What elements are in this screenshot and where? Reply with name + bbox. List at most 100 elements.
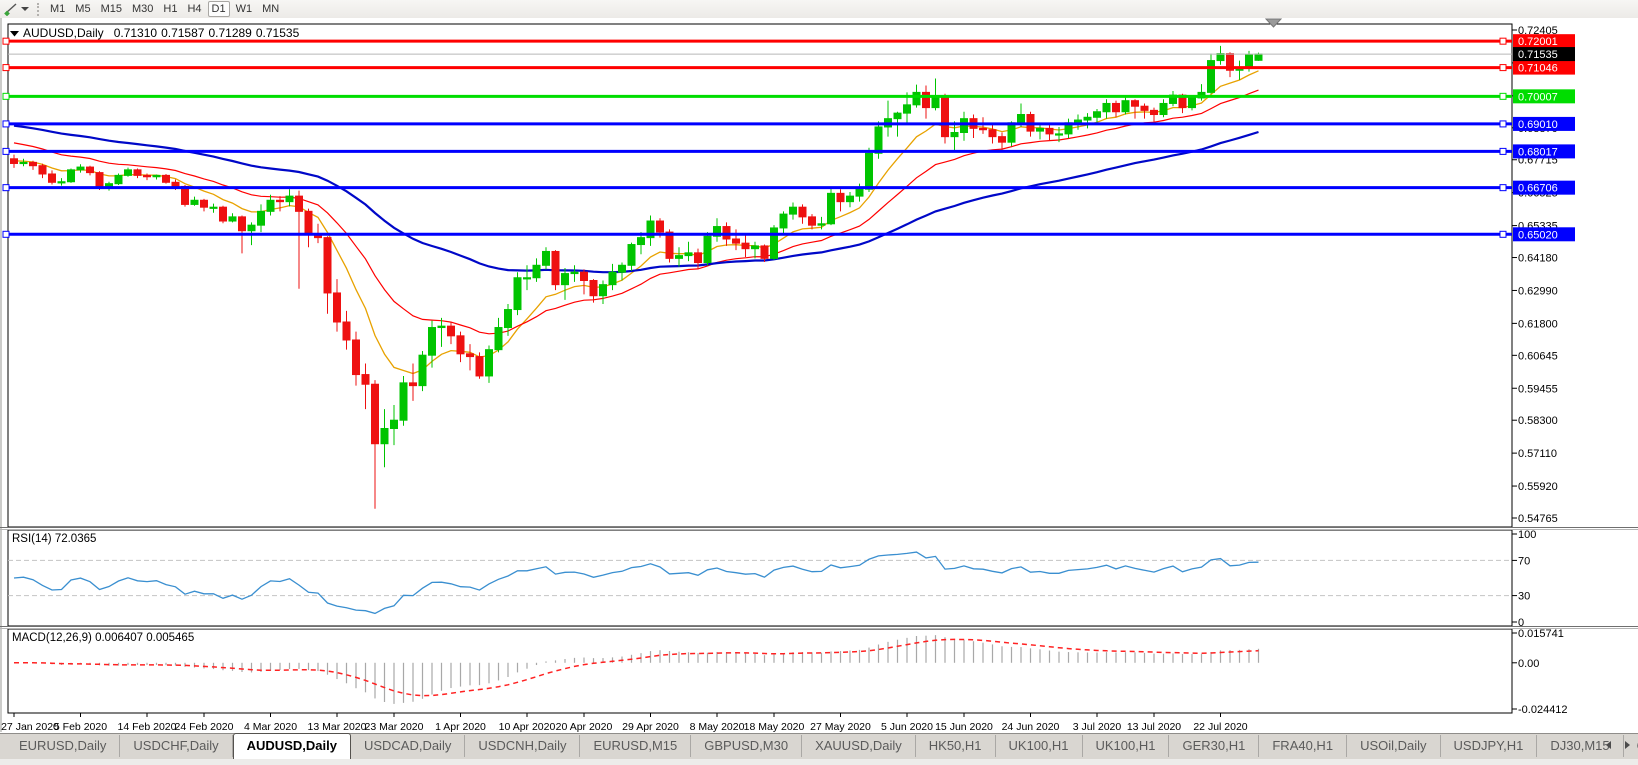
- candle: [1008, 123, 1015, 142]
- candle: [353, 340, 360, 375]
- hline-right-handle[interactable]: [1500, 93, 1506, 99]
- chart-tab-eurusd-m15[interactable]: EURUSD,M15: [580, 735, 691, 757]
- chevron-down-icon[interactable]: [21, 7, 29, 11]
- candle: [771, 228, 778, 258]
- price-tick-label: 0.57110: [1518, 448, 1557, 460]
- toolbar-grip[interactable]: [37, 3, 39, 16]
- time-tick-label: 24 Jun 2020: [1002, 721, 1060, 733]
- candle: [961, 119, 968, 133]
- hline-right-handle[interactable]: [1500, 38, 1506, 44]
- timeframe-button-mn[interactable]: MN: [258, 1, 283, 17]
- candle: [11, 159, 18, 164]
- chart-tab-fra40-h1[interactable]: FRA40,H1: [1259, 735, 1347, 757]
- price-badge-text: 0.72001: [1518, 36, 1558, 48]
- timeframe-button-m15[interactable]: M15: [97, 1, 126, 17]
- candle: [495, 328, 502, 350]
- candle: [429, 328, 436, 356]
- chart-tab-uk100-h1[interactable]: UK100,H1: [996, 735, 1083, 757]
- candle: [609, 272, 616, 284]
- timeframe-button-m1[interactable]: M1: [46, 1, 69, 17]
- chart-menu-arrow-icon[interactable]: [10, 30, 19, 37]
- candle: [96, 173, 103, 188]
- chart-window: 0.724050.712150.700250.688700.677150.665…: [0, 18, 1638, 733]
- candle: [799, 207, 806, 217]
- macd-tick-label: 0.015741: [1518, 628, 1564, 640]
- hline-left-handle[interactable]: [3, 38, 9, 44]
- chart-tab-hk50-h1[interactable]: HK50,H1: [916, 735, 996, 757]
- candle: [1103, 103, 1110, 111]
- candle: [467, 354, 474, 357]
- timeframe-button-m30[interactable]: M30: [128, 1, 157, 17]
- time-tick-label: 3 Jul 2020: [1073, 721, 1122, 733]
- chart-tab-usdjpy-h1[interactable]: USDJPY,H1: [1441, 735, 1538, 757]
- candle: [419, 355, 426, 385]
- chart-tab-xauusd-daily[interactable]: XAUUSD,Daily: [802, 735, 916, 757]
- chart-tab-usdchf-daily[interactable]: USDCHF,Daily: [120, 735, 232, 757]
- candle: [875, 127, 882, 153]
- candle: [277, 200, 284, 201]
- candle: [1255, 54, 1262, 60]
- time-tick-label: 5 Jun 2020: [881, 721, 933, 733]
- timeframe-button-w1[interactable]: W1: [232, 1, 257, 17]
- candle: [362, 375, 369, 385]
- candle: [1141, 106, 1148, 110]
- timeframe-button-group: M1M5M15M30H1H4D1W1MN: [45, 3, 284, 15]
- candle: [942, 97, 949, 137]
- candle: [733, 239, 740, 243]
- candle: [932, 97, 939, 108]
- trendline-draw-icon[interactable]: [3, 2, 19, 16]
- top-toolbar: M1M5M15M30H1H4D1W1MN: [0, 0, 1638, 19]
- hline-left-handle[interactable]: [3, 231, 9, 237]
- tab-scroll-arrows: [1606, 741, 1630, 749]
- candle: [324, 238, 331, 293]
- time-tick-label: 13 Mar 2020: [308, 721, 367, 733]
- hline-right-handle[interactable]: [1500, 148, 1506, 154]
- candle: [258, 211, 265, 225]
- chart-tab-ger30-h1[interactable]: GER30,H1: [1169, 735, 1259, 757]
- timeframe-button-m5[interactable]: M5: [71, 1, 94, 17]
- time-tick-label: 22 Jul 2020: [1193, 721, 1247, 733]
- hline-left-handle[interactable]: [3, 93, 9, 99]
- chart-tab-audusd-daily[interactable]: AUDUSD,Daily: [233, 733, 351, 759]
- hline-left-handle[interactable]: [3, 65, 9, 71]
- time-tick-label: 8 May 2020: [690, 721, 745, 733]
- tab-scroll-left-icon[interactable]: [1606, 741, 1611, 749]
- chart-tab-uk100-h1[interactable]: UK100,H1: [1083, 735, 1170, 757]
- price-badge-text: 0.71046: [1518, 63, 1558, 75]
- price-tick-label: 0.55920: [1518, 481, 1558, 493]
- macd-pane: [8, 629, 1512, 713]
- time-tick-label: 23 Mar 2020: [365, 721, 424, 733]
- candle: [676, 256, 683, 259]
- timeframe-button-h4[interactable]: H4: [183, 1, 205, 17]
- chart-tab-usdcad-daily[interactable]: USDCAD,Daily: [351, 735, 465, 757]
- chart-tab-gbpusd-m30[interactable]: GBPUSD,M30: [691, 735, 802, 757]
- candle: [1084, 117, 1091, 120]
- hline-left-handle[interactable]: [3, 185, 9, 191]
- macd-indicator-label: MACD(12,26,9) 0.006407 0.005465: [12, 632, 194, 644]
- hline-right-handle[interactable]: [1500, 65, 1506, 71]
- chart-symbol-period: AUDUSD,Daily: [23, 26, 104, 40]
- ohlc-open: 0.71310: [114, 26, 157, 40]
- candle: [552, 251, 559, 284]
- candle: [153, 175, 160, 176]
- hline-right-handle[interactable]: [1500, 231, 1506, 237]
- chart-tab-eurusd-daily[interactable]: EURUSD,Daily: [6, 735, 120, 757]
- price-badge-0.71535: 0.71535: [1513, 47, 1575, 61]
- chart-tab-usoil-daily[interactable]: USOil,Daily: [1347, 735, 1440, 757]
- timeframe-button-h1[interactable]: H1: [159, 1, 181, 17]
- chart-tabs: EURUSD,DailyUSDCHF,DailyAUDUSD,DailyUSDC…: [0, 734, 1638, 759]
- hline-right-handle[interactable]: [1500, 121, 1506, 127]
- chart-tab-usdcnh-daily[interactable]: USDCNH,Daily: [465, 735, 580, 757]
- price-badge-0.65020: 0.65020: [1513, 227, 1575, 241]
- price-tick-label: 0.59455: [1518, 383, 1558, 395]
- hline-left-handle[interactable]: [3, 121, 9, 127]
- candle: [381, 429, 388, 444]
- timeframe-button-d1[interactable]: D1: [208, 1, 230, 17]
- candle: [809, 217, 816, 225]
- tab-scroll-right-icon[interactable]: [1625, 741, 1630, 749]
- hline-right-handle[interactable]: [1500, 185, 1506, 191]
- price-badge-text: 0.68017: [1518, 146, 1558, 158]
- candle: [39, 166, 46, 174]
- rsi-tick-label: 30: [1518, 591, 1530, 603]
- hline-left-handle[interactable]: [3, 148, 9, 154]
